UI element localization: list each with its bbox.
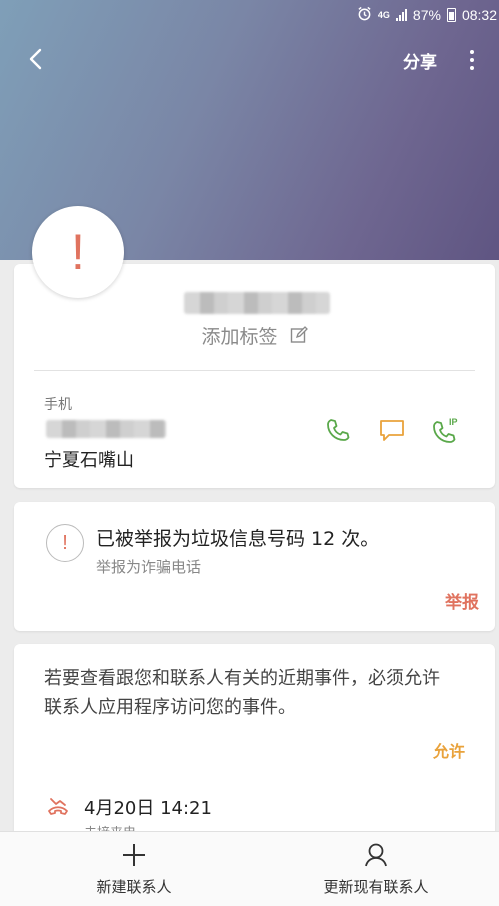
ip-phone-icon: IP xyxy=(433,417,458,443)
call-button[interactable] xyxy=(324,416,354,446)
message-icon xyxy=(380,420,404,441)
contact-profile-card: 添加标签 手机 宁夏石嘴山 IP xyxy=(14,264,495,488)
new-contact-button[interactable]: 新建联系人 xyxy=(34,842,234,897)
divider xyxy=(34,370,475,371)
phone-location: 宁夏石嘴山 xyxy=(44,450,134,471)
plus-icon xyxy=(34,842,234,868)
bottom-action-bar: 新建联系人 更新现有联系人 xyxy=(0,831,499,906)
clock: 08:32 xyxy=(461,7,497,23)
recent-events-card: 若要查看跟您和联系人有关的近期事件，必须允许联系人应用程序访问您的事件。 允许 … xyxy=(14,644,495,854)
status-bar: 4G 87% 08:32 xyxy=(357,0,499,30)
edit-icon xyxy=(290,326,308,349)
battery-icon xyxy=(446,8,456,22)
spam-report-subtitle: 举报为诈骗电话 xyxy=(96,558,202,576)
network-type: 4G xyxy=(377,10,390,20)
ip-call-button[interactable]: IP xyxy=(432,416,462,446)
top-bar: 分享 xyxy=(0,40,499,80)
phone-number-redacted xyxy=(46,420,166,438)
allow-button[interactable]: 允许 xyxy=(433,738,465,762)
phone-icon xyxy=(327,419,350,441)
missed-call-icon xyxy=(46,796,70,820)
warning-icon: ! xyxy=(46,524,84,562)
message-button[interactable] xyxy=(378,416,408,446)
events-permission-message: 若要查看跟您和联系人有关的近期事件，必须允许联系人应用程序访问您的事件。 xyxy=(44,668,440,718)
spam-report-card: ! 已被举报为垃圾信息号码 12 次。 举报为诈骗电话 举报 xyxy=(14,502,495,631)
update-existing-contact-button[interactable]: 更新现有联系人 xyxy=(276,842,476,897)
add-tag-label: 添加标签 xyxy=(201,326,278,348)
more-options-button[interactable] xyxy=(467,48,477,72)
phone-type-label: 手机 xyxy=(44,397,72,413)
chevron-left-icon xyxy=(29,48,42,70)
spam-report-title: 已被举报为垃圾信息号码 12 次。 xyxy=(96,528,380,550)
share-button[interactable]: 分享 xyxy=(403,48,437,73)
ip-badge: IP xyxy=(449,417,458,427)
alarm-icon xyxy=(357,6,372,24)
new-contact-label: 新建联系人 xyxy=(96,878,172,896)
warning-exclamation-icon: ! xyxy=(71,224,85,280)
person-icon xyxy=(276,842,476,868)
contact-avatar: ! xyxy=(32,206,124,298)
battery-percent: 87% xyxy=(412,7,441,23)
add-tag-button[interactable]: 添加标签 xyxy=(14,322,495,349)
call-log-date[interactable]: 4月20日 14:21 xyxy=(84,794,212,820)
back-button[interactable] xyxy=(22,44,52,74)
update-existing-contact-label: 更新现有联系人 xyxy=(323,878,429,896)
contact-name-redacted xyxy=(184,292,330,314)
report-button[interactable]: 举报 xyxy=(445,588,479,613)
signal-icon xyxy=(395,9,407,21)
